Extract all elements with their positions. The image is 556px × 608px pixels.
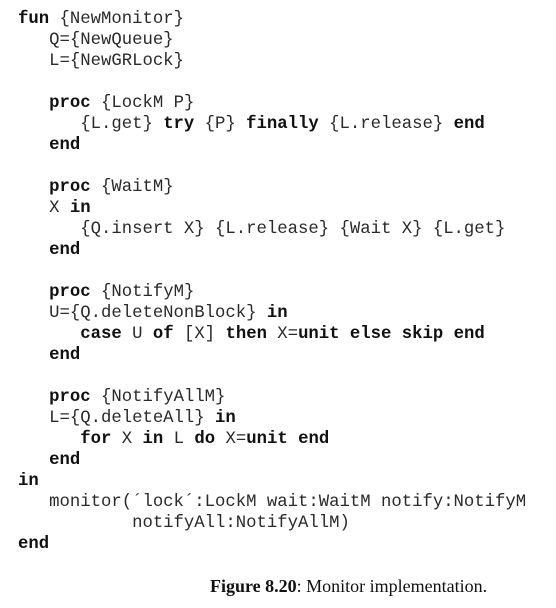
code-line: monitor(´lock´:LockM wait:WaitM notify:N… [18, 492, 526, 513]
code-text: U={Q.deleteNonBlock} [18, 304, 267, 323]
code-line: for X in L do X=unit end [18, 429, 526, 450]
code-line: fun {NewMonitor} [18, 9, 526, 30]
code-line: X in [18, 198, 526, 219]
code-keyword: end [18, 535, 50, 554]
code-text: X= [266, 325, 299, 344]
figure-caption-text: : Monitor implementation. [296, 576, 488, 596]
code-line: notifyAll:NotifyAllM) [18, 513, 526, 534]
code-line: end [18, 240, 526, 261]
code-line: U={Q.deleteNonBlock} in [18, 303, 526, 324]
code-keyword: unit else skip end [298, 325, 485, 344]
code-keyword: in [266, 304, 288, 323]
code-keyword: then [225, 325, 267, 344]
code-keyword: end [49, 451, 81, 470]
code-text: X [18, 199, 70, 218]
code-line: {Q.insert X} {L.release} {Wait X} {L.get… [18, 219, 526, 240]
code-text: Q={NewQueue} [18, 31, 174, 50]
code-line: case U of [X] then X=unit else skip end [18, 324, 526, 345]
code-keyword: end [453, 115, 485, 134]
figure-label: Figure 8.20 [210, 576, 297, 596]
code-keyword: proc [49, 178, 91, 197]
code-line: proc {WaitM} [18, 177, 526, 198]
code-text: X [111, 430, 143, 449]
code-keyword: in [18, 472, 39, 491]
code-text: [X] [173, 325, 226, 344]
code-keyword: proc [49, 388, 91, 407]
code-keyword: finally [246, 115, 319, 134]
code-line: proc {NotifyM} [18, 282, 526, 303]
code-keyword: in [215, 409, 236, 428]
code-keyword: try [163, 115, 195, 134]
code-line: Q={NewQueue} [18, 30, 526, 51]
code-text: notifyAll:NotifyAllM) [18, 514, 350, 533]
code-keyword: in [69, 199, 91, 218]
code-line: end [18, 135, 526, 156]
code-keyword: of [152, 325, 174, 344]
code-line: in [18, 471, 526, 492]
code-line: end [18, 345, 526, 366]
code-text: {Q.insert X} {L.release} {Wait X} {L.get… [18, 220, 506, 239]
code-line: proc {NotifyAllM} [18, 387, 526, 408]
code-text: L [163, 430, 195, 449]
code-line: {L.get} try {P} finally {L.release} end [18, 114, 526, 135]
code-line: L={Q.deleteAll} in [18, 408, 526, 429]
code-line: proc {LockM P} [18, 93, 526, 114]
code-text: {WaitM} [90, 178, 174, 197]
code-keyword: end [49, 346, 81, 365]
code-keyword: proc [49, 94, 91, 113]
code-keyword: proc [49, 283, 91, 302]
code-text: {L.release} [318, 115, 454, 134]
code-text: {L.get} [18, 115, 164, 134]
code-text: U [121, 325, 153, 344]
code-line: end [18, 450, 526, 471]
code-text: {P} [194, 115, 247, 134]
code-listing: fun {NewMonitor} Q={NewQueue} L={NewGRLo… [18, 9, 526, 555]
code-keyword: case [80, 325, 122, 344]
code-keyword: unit end [246, 430, 330, 449]
code-text: {LockM P} [90, 94, 195, 113]
code-keyword: end [49, 241, 81, 260]
code-keyword: in [142, 430, 164, 449]
code-text: X= [215, 430, 247, 449]
code-line: end [18, 534, 526, 555]
code-text: monitor(´lock´:LockM wait:WaitM notify:N… [18, 493, 527, 512]
code-keyword: fun [18, 10, 50, 29]
code-text: {NotifyM} [90, 283, 195, 302]
code-keyword: end [49, 136, 81, 155]
code-text: {NotifyAllM} [90, 388, 226, 407]
code-text: {NewMonitor} [49, 10, 184, 29]
code-text: L={Q.deleteAll} [18, 409, 216, 428]
figure-caption: Figure 8.20: Monitor implementation. [210, 576, 487, 597]
code-keyword: for [80, 430, 112, 449]
code-line: L={NewGRLock} [18, 51, 526, 72]
code-text: L={NewGRLock} [18, 52, 184, 71]
code-keyword: do [194, 430, 216, 449]
